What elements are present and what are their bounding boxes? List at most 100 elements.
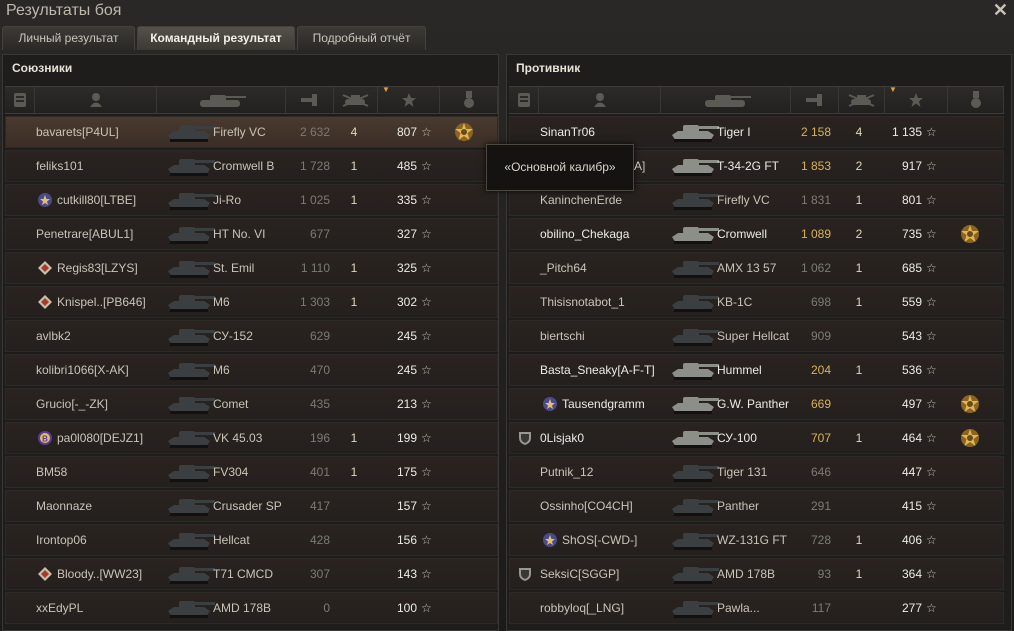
xp-value: 327 — [396, 227, 417, 241]
xp-star-icon: ☆ — [421, 397, 432, 411]
medal-column-header[interactable] — [948, 87, 1004, 113]
damage-value: 1 110 — [300, 261, 330, 275]
close-icon[interactable]: ✕ — [993, 0, 1008, 21]
tab-personal-result[interactable]: Личный результат — [2, 26, 135, 50]
table-row[interactable]: 0Lisjak0 СУ-100 707 1 464 ☆ — [509, 422, 1004, 454]
kills-value: 2 — [855, 227, 863, 241]
diamond-badge-icon — [37, 294, 53, 310]
xp-star-icon: ☆ — [421, 227, 432, 241]
xp-star-column-header[interactable]: ▼ — [378, 85, 440, 113]
xp-star-icon — [908, 92, 924, 108]
kills-value — [344, 593, 364, 623]
xp-star-icon: ☆ — [421, 431, 432, 445]
vehicle-name: AMD 178B — [213, 601, 272, 615]
platoon-column-header[interactable] — [509, 87, 539, 113]
table-row[interactable]: robbyloq[_LNG] Pawla... 117 277 ☆ — [509, 592, 1004, 624]
table-row[interactable]: ShOS[-CWD-] WZ-131G FT 728 1 406 ☆ — [509, 524, 1004, 556]
table-row[interactable]: Regis83[LZYS] St. Emil 1 110 1 325 ☆ — [5, 252, 498, 284]
table-row[interactable]: biertschi Super Hellcat 909 543 ☆ — [509, 320, 1004, 352]
vehicle-name: Super Hellcat — [717, 329, 790, 343]
table-row[interactable]: Ossinho[CO4CH] Panther 291 415 ☆ — [509, 490, 1004, 522]
xp-star-icon: ☆ — [926, 227, 937, 241]
table-row[interactable]: Irontop06 Hellcat 428 156 ☆ — [5, 524, 498, 556]
xp-star-icon: ☆ — [421, 499, 432, 513]
table-row[interactable]: Knispel..[PB646] M6 1 303 1 302 ☆ — [5, 286, 498, 318]
kills-icon — [342, 92, 370, 108]
player-name: ShOS[-CWD-] — [562, 533, 638, 547]
table-row[interactable]: SeksiC[SGGP] AMD 178B 93 1 364 ☆ — [509, 558, 1004, 590]
table-row[interactable]: _Pitch64 AMX 13 57 1 062 1 685 ☆ — [509, 252, 1004, 284]
battle-results-window: Результаты боя ✕ Личный результат Команд… — [0, 0, 1014, 631]
vehicle-name: M6 — [213, 363, 230, 377]
tank-icon — [164, 323, 216, 349]
xp-value: 801 — [901, 193, 922, 207]
damage-column-header[interactable] — [286, 87, 334, 113]
table-row[interactable]: Basta_Sneaky[A-F-T] Hummel 204 1 536 ☆ — [509, 354, 1004, 386]
kills-value — [849, 457, 869, 487]
table-row[interactable]: avlbk2 СУ-152 629 245 ☆ — [5, 320, 498, 352]
vehicle-name: M6 — [213, 295, 230, 309]
xp-value: 415 — [901, 499, 922, 513]
player-column-header[interactable] — [539, 87, 661, 113]
tab-team-result[interactable]: Командный результат — [137, 26, 295, 50]
damage-value: 417 — [309, 499, 330, 513]
table-row[interactable]: cutkill80[LTBE] Ji-Ro 1 025 1 335 ☆ — [5, 184, 498, 216]
xp-star-icon: ☆ — [421, 159, 432, 173]
table-row[interactable]: xxEdyPL AMD 178B 0 100 ☆ — [5, 592, 498, 624]
table-row[interactable]: obilino_Chekaga Cromwell 1 089 2 735 ☆ — [509, 218, 1004, 250]
medal-icon[interactable] — [454, 122, 474, 142]
xp-star-icon: ☆ — [926, 159, 937, 173]
vehicle-name: AMD 178B — [717, 567, 776, 581]
damage-value: 1 853 — [800, 159, 831, 173]
damage-value: 0 — [323, 601, 330, 615]
damage-value: 1 303 — [299, 295, 330, 309]
table-row[interactable]: Grucio[-_-ZK] Comet 435 213 ☆ — [5, 388, 498, 420]
table-row[interactable]: bavarets[P4UL] Firefly VC 2 632 4 807 ☆ — [5, 116, 498, 148]
table-row[interactable]: Bloody..[WW23] T71 CMCD 307 143 ☆ — [5, 558, 498, 590]
medal-column-header[interactable] — [440, 87, 498, 113]
table-row[interactable]: Maonnaze Crusader SP 417 157 ☆ — [5, 490, 498, 522]
xp-value: 325 — [396, 261, 417, 275]
kills-value: 1 — [855, 567, 863, 581]
table-row[interactable]: feliks101 Cromwell B 1 728 1 485 ☆ — [5, 150, 498, 182]
table-row[interactable]: Tausendgramm G.W. Panther 669 497 ☆ — [509, 388, 1004, 420]
damage-value: 1 025 — [299, 193, 330, 207]
kills-column-header[interactable] — [839, 87, 885, 113]
damage-value: 204 — [810, 363, 831, 377]
table-row[interactable]: BM58 FV304 401 1 175 ☆ — [5, 456, 498, 488]
xp-value: 143 — [396, 567, 417, 581]
player-name: avlbk2 — [36, 329, 71, 343]
tab-detailed-report[interactable]: Подробный отчёт — [297, 26, 426, 50]
player-name: xxEdyPL — [36, 601, 84, 615]
xp-star-column-header[interactable]: ▼ — [885, 85, 948, 113]
table-row[interactable]: Bpa0l080[DEJZ1] VK 45.03 196 1 199 ☆ — [5, 422, 498, 454]
table-row[interactable]: Thisisnotabot_1 KB-1C 698 1 559 ☆ — [509, 286, 1004, 318]
xp-star-icon: ☆ — [421, 193, 432, 207]
table-row[interactable]: kolibri1066[X-AK] M6 470 245 ☆ — [5, 354, 498, 386]
kills-value: 2 — [855, 159, 863, 173]
player-column-header[interactable] — [35, 87, 157, 113]
vehicle-column-header[interactable] — [157, 87, 286, 113]
table-row[interactable]: Putnik_12 Tiger 131 646 447 ☆ — [509, 456, 1004, 488]
platoon-column-header[interactable] — [5, 87, 35, 113]
xp-value: 157 — [396, 499, 417, 513]
medal-icon[interactable] — [960, 428, 980, 448]
damage-value: 291 — [810, 499, 831, 513]
xp-value: 464 — [901, 431, 922, 445]
xp-value: 364 — [901, 567, 922, 581]
tank-icon — [164, 221, 216, 247]
kills-column-header[interactable] — [334, 87, 378, 113]
damage-column-header[interactable] — [791, 87, 839, 113]
vehicle-name: Cromwell — [717, 227, 768, 241]
enemies-column-header: ▼ — [509, 85, 1004, 114]
enemies-title: Противник — [516, 61, 581, 75]
medal-icon[interactable] — [960, 224, 980, 244]
tank-icon — [668, 153, 720, 179]
table-row[interactable]: Penetrare[ABUL1] HT No. VI 677 327 ☆ — [5, 218, 498, 250]
xp-value: 245 — [396, 363, 417, 377]
medal-icon[interactable] — [960, 394, 980, 414]
xp-value: 447 — [901, 465, 922, 479]
damage-value: 428 — [309, 533, 330, 547]
vehicle-column-header[interactable] — [661, 87, 791, 113]
player-name: kolibri1066[X-AK] — [36, 363, 129, 377]
